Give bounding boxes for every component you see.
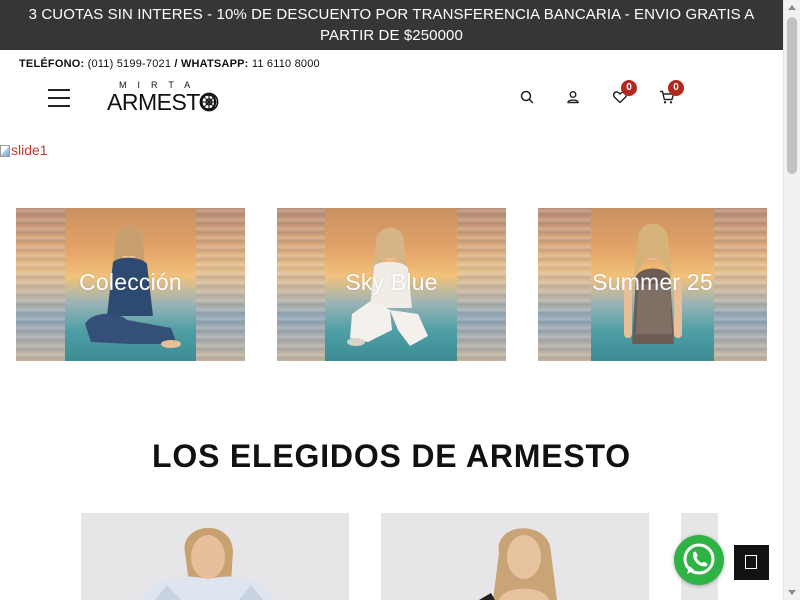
user-icon[interactable] — [565, 89, 581, 105]
promo-text: 3 CUOTAS SIN INTERES - 10% DE DESCUENTO … — [28, 6, 755, 44]
hero-slider-image[interactable]: slide1 — [0, 142, 48, 158]
square-icon — [745, 555, 757, 569]
cart-button[interactable]: 0 — [659, 80, 684, 105]
scrollbar-thumb[interactable] — [787, 17, 797, 174]
banner-sky-blue[interactable]: Sky Blue — [277, 208, 506, 361]
menu-icon[interactable] — [48, 89, 70, 107]
banner-summer-25[interactable]: Summer 25 — [538, 208, 767, 361]
page-content: 3 CUOTAS SIN INTERES - 10% DE DESCUENTO … — [0, 0, 783, 600]
product-image — [479, 528, 557, 600]
banner-label: Sky Blue — [345, 269, 438, 295]
phone-label: TELÉFONO: — [19, 58, 85, 70]
logo[interactable]: MIRTA ARMESTO — [107, 80, 222, 116]
product-card[interactable] — [81, 513, 349, 600]
scroll-down-arrow-icon[interactable] — [788, 590, 796, 595]
whatsapp-icon — [683, 543, 715, 575]
wishlist-button[interactable]: 0 — [612, 80, 637, 105]
whatsapp-number[interactable]: 11 6110 8000 — [252, 58, 320, 70]
banner-label: Summer 25 — [592, 269, 713, 295]
whatsapp-label: WHATSAPP: — [180, 58, 249, 70]
product-card[interactable] — [381, 513, 649, 600]
product-image — [141, 527, 277, 600]
whatsapp-chat-button[interactable] — [674, 535, 724, 585]
section-title: LOS ELEGIDOS DE ARMESTO — [152, 438, 631, 474]
contact-separator: / — [174, 58, 178, 70]
phone-number[interactable]: (011) 5199-7021 — [88, 58, 172, 70]
search-icon[interactable] — [519, 89, 535, 105]
slide-alt-text: slide1 — [11, 142, 48, 158]
logo-emblem-icon — [199, 92, 219, 112]
cart-count-badge: 0 — [668, 80, 684, 96]
banner-coleccion[interactable]: Colección — [16, 208, 245, 361]
banner-label: Colección — [79, 269, 182, 295]
promo-bar: 3 CUOTAS SIN INTERES - 10% DE DESCUENTO … — [0, 0, 783, 50]
broken-image-icon — [0, 145, 10, 157]
page: 3 CUOTAS SIN INTERES - 10% DE DESCUENTO … — [0, 0, 800, 600]
contact-line: TELÉFONO: (011) 5199-7021 / WHATSAPP: 11… — [19, 58, 320, 70]
wishlist-count-badge: 0 — [621, 80, 637, 96]
scroll-up-arrow-icon[interactable] — [788, 5, 796, 10]
scroll-to-top-button[interactable] — [734, 545, 769, 580]
page-scrollbar[interactable] — [783, 0, 800, 600]
